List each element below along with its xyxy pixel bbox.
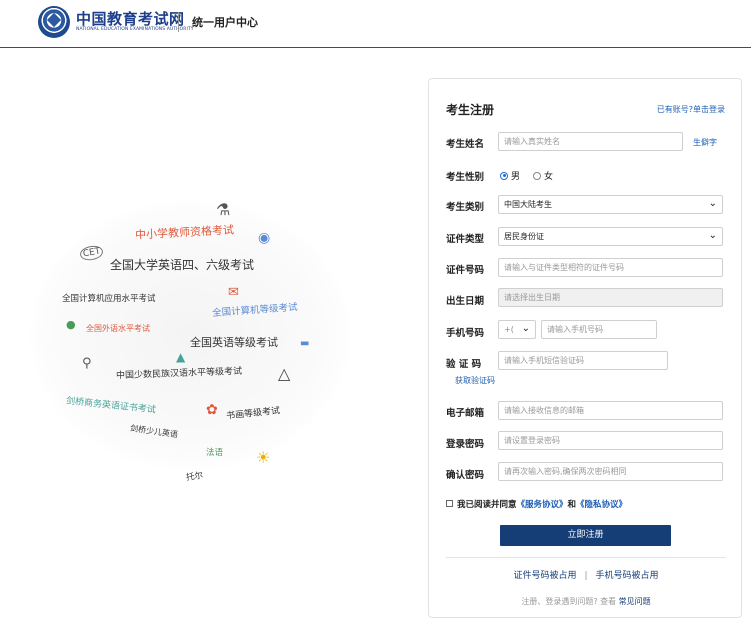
gender-male-option[interactable]: 男 [500,169,520,182]
page-subtitle: 统一用户中心 [192,16,258,29]
card-icon: ▬ [300,338,310,349]
radio-male[interactable] [500,171,508,180]
id-occupied-link[interactable]: 证件号码被占用 [513,571,576,581]
id-type-label: 证件类型 [446,234,485,245]
register-button[interactable]: 立即注册 [500,525,671,546]
illus-text-pets: 全国英语等级考试 [190,336,278,349]
lightbulb-icon: ☀ [256,448,271,467]
mhk-icon: ▲ [176,350,186,364]
email-label: 电子邮箱 [446,408,485,419]
gender-female-label: 女 [544,172,554,182]
name-input[interactable]: 请输入真实姓名 [498,132,683,151]
country-code-select[interactable]: +( ⌄ [498,320,536,339]
service-agreement-link[interactable]: 《服务协议》 [517,500,568,510]
id-number-label: 证件号码 [446,265,485,276]
chevron-down-icon: ⌄ [708,230,717,241]
header: 中国教育考试网 NATIONAL EDUCATION EXAMINATIONS … [0,0,751,48]
foreign-lang-icon: ● [66,318,76,331]
badge-icon: ◉ [258,230,271,246]
privacy-agreement-link[interactable]: 《隐私协议》 [576,500,627,510]
certificate-icon: ✉ [228,285,239,300]
registration-card: 考生注册 已有账号?单击登录 考生姓名 请输入真实姓名 生僻字 考生性别 男 女… [428,78,742,618]
gender-male-label: 男 [511,172,521,182]
rare-char-link[interactable]: 生僻字 [693,137,717,148]
code-label: 验 证 码 [446,359,482,370]
gender-female-option[interactable]: 女 [533,169,553,182]
illus-text-french: 法语 [206,448,224,458]
brush-icon: ✿ [206,402,218,418]
agreement-and: 和 [567,500,577,510]
category-label: 考生类别 [446,202,485,213]
phone-input[interactable]: 请输入手机号码 [541,320,657,339]
help-text: 注册、登录遇到问题? 查看 常见问题 [429,596,743,607]
phone-label: 手机号码 [446,328,485,339]
chevron-down-icon: ⌄ [708,198,717,209]
illus-text-cet: 全国大学英语四、六级考试 [110,258,255,272]
password-label: 登录密码 [446,439,485,450]
gender-label: 考生性别 [446,172,485,183]
radio-female[interactable] [533,171,541,180]
country-code-value: +( [504,325,514,334]
agreement-row: 我已阅读并同意《服务协议》和《隐私协议》 [446,498,627,510]
email-input[interactable]: 请输入接收信息的邮箱 [498,401,723,420]
login-link[interactable]: 已有账号?单击登录 [657,104,725,115]
footer-separator: | [584,571,588,581]
illus-text-wsk: 全国外语水平考试 [86,324,150,333]
illus-text-computer-app: 全国计算机应用水平考试 [62,294,156,304]
logo-emblem-icon[interactable] [38,6,70,38]
illus-text-toefl: 托尔 [185,470,204,484]
id-type-select[interactable]: 居民身份证 ⌄ [498,227,723,246]
agreement-text: 我已阅读并同意 [457,500,517,510]
agreement-checkbox[interactable] [446,500,453,507]
faq-link[interactable]: 常见问题 [619,597,651,606]
phone-occupied-link[interactable]: 手机号码被占用 [596,571,659,581]
birth-label: 出生日期 [446,296,485,307]
footer-links: 证件号码被占用 | 手机号码被占用 [429,568,743,581]
id-type-value: 居民身份证 [504,232,544,241]
get-code-button[interactable]: 获取验证码 [455,375,495,386]
category-select[interactable]: 中国大陆考生 ⌄ [498,195,723,214]
birth-date-input[interactable]: 请选择出生日期 [498,288,723,307]
form-title: 考生注册 [446,103,495,117]
password-input[interactable]: 请设置登录密码 [498,431,723,450]
magnifier-icon: ⚲ [82,356,92,371]
graduation-cap-icon: △ [278,364,291,383]
logo-subtitle: NATIONAL EDUCATION EXAMINATIONS AUTHORIT… [76,27,194,32]
name-label: 考生姓名 [446,139,485,150]
help-prefix: 注册、登录遇到问题? 查看 [521,597,617,606]
exam-illustration: ⚗ 中小学教师资格考试 ◉ CET 全国大学英语四、六级考试 全国计算机应用水平… [30,190,360,500]
confirm-password-label: 确认密码 [446,470,485,481]
confirm-password-input[interactable]: 请再次输入密码,确保两次密码相同 [498,462,723,481]
sms-code-input[interactable]: 请输入手机短信验证码 [498,351,668,370]
footer-divider [446,557,726,558]
header-divider [178,12,179,32]
logo-title[interactable]: 中国教育考试网 [76,8,185,29]
category-value: 中国大陆考生 [504,200,552,209]
chevron-down-icon: ⌄ [521,323,530,334]
stamp-icon: ⚗ [216,200,231,219]
id-number-input[interactable]: 请输入与证件类型相符的证件号码 [498,258,723,277]
